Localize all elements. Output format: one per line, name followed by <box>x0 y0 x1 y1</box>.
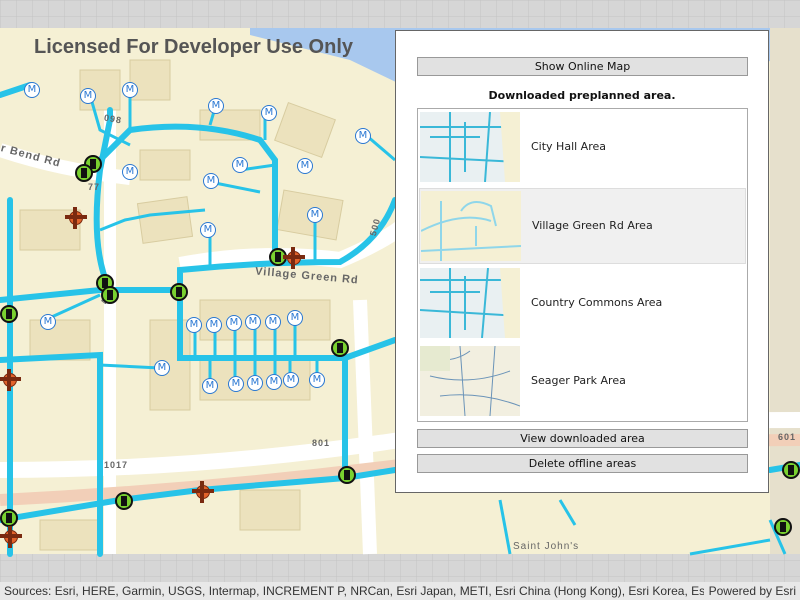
attribution-bar: Sources: Esri, HERE, Garmin, USGS, Inter… <box>0 582 800 600</box>
show-online-map-button[interactable]: Show Online Map <box>417 57 748 76</box>
meter-icon[interactable]: M <box>122 164 138 180</box>
area-label: Seager Park Area <box>531 374 626 387</box>
list-item-seager-park[interactable]: Seager Park Area <box>419 344 746 420</box>
attribution-sources: Sources: Esri, HERE, Garmin, USGS, Inter… <box>4 584 704 598</box>
area-thumbnail <box>420 268 520 338</box>
area-thumbnail <box>421 191 521 261</box>
area-label: Country Commons Area <box>531 296 663 309</box>
area-label: City Hall Area <box>531 140 606 153</box>
meter-icon[interactable]: M <box>186 317 202 333</box>
area-thumbnail <box>420 346 520 416</box>
road-label-1017: 1017 <box>104 460 129 470</box>
meter-icon[interactable]: M <box>245 314 261 330</box>
view-downloaded-area-button[interactable]: View downloaded area <box>417 429 748 448</box>
valve-icon[interactable] <box>101 286 119 304</box>
area-label: Village Green Rd Area <box>532 219 653 232</box>
meter-icon[interactable]: M <box>355 128 371 144</box>
road-label-601: 601 <box>778 432 797 442</box>
panel-title: Downloaded preplanned area. <box>488 89 676 102</box>
valve-icon[interactable] <box>782 461 800 479</box>
valve-icon[interactable] <box>170 283 188 301</box>
meter-icon[interactable]: M <box>208 98 224 114</box>
meter-icon[interactable]: M <box>287 310 303 326</box>
meter-icon[interactable]: M <box>283 372 299 388</box>
list-item-city-hall[interactable]: City Hall Area <box>419 110 746 186</box>
meter-icon[interactable]: M <box>122 82 138 98</box>
valve-icon[interactable] <box>0 509 18 527</box>
hydrant-icon[interactable] <box>283 247 305 269</box>
road-label-801: 801 <box>312 438 331 448</box>
meter-icon[interactable]: M <box>307 207 323 223</box>
meter-icon[interactable]: M <box>266 374 282 390</box>
meter-icon[interactable]: M <box>232 157 248 173</box>
meter-icon[interactable]: M <box>247 375 263 391</box>
hydrant-icon[interactable] <box>192 481 214 503</box>
meter-icon[interactable]: M <box>40 314 56 330</box>
list-item-country-commons[interactable]: Country Commons Area <box>419 266 746 342</box>
valve-icon[interactable] <box>0 305 18 323</box>
offline-areas-panel: Show Online Map Downloaded preplanned ar… <box>395 30 769 493</box>
valve-icon[interactable] <box>115 492 133 510</box>
list-item-village-green[interactable]: Village Green Rd Area <box>419 188 746 264</box>
road-label-77: 77 <box>88 182 101 192</box>
hydrant-icon[interactable] <box>0 526 22 548</box>
road-label-saint-johns: Saint John's <box>513 541 580 552</box>
meter-icon[interactable]: M <box>265 314 281 330</box>
valve-icon[interactable] <box>75 164 93 182</box>
meter-icon[interactable]: M <box>309 372 325 388</box>
developer-watermark: Licensed For Developer Use Only <box>34 36 353 58</box>
valve-icon[interactable] <box>774 518 792 536</box>
meter-icon[interactable]: M <box>80 88 96 104</box>
meter-icon[interactable]: M <box>200 222 216 238</box>
hydrant-icon[interactable] <box>65 207 87 229</box>
preplanned-area-list[interactable]: City Hall Area Village Green Rd Area Cou… <box>417 108 748 422</box>
meter-icon[interactable]: M <box>297 158 313 174</box>
valve-icon[interactable] <box>338 466 356 484</box>
hydrant-icon[interactable] <box>0 369 21 391</box>
meter-icon[interactable]: M <box>154 360 170 376</box>
meter-icon[interactable]: M <box>24 82 40 98</box>
area-thumbnail <box>420 112 520 182</box>
meter-icon[interactable]: M <box>261 105 277 121</box>
meter-icon[interactable]: M <box>226 315 242 331</box>
powered-by-esri: Powered by Esri <box>708 584 796 598</box>
meter-icon[interactable]: M <box>228 376 244 392</box>
valve-icon[interactable] <box>331 339 349 357</box>
meter-icon[interactable]: M <box>206 317 222 333</box>
meter-icon[interactable]: M <box>203 173 219 189</box>
delete-offline-areas-button[interactable]: Delete offline areas <box>417 454 748 473</box>
meter-icon[interactable]: M <box>202 378 218 394</box>
